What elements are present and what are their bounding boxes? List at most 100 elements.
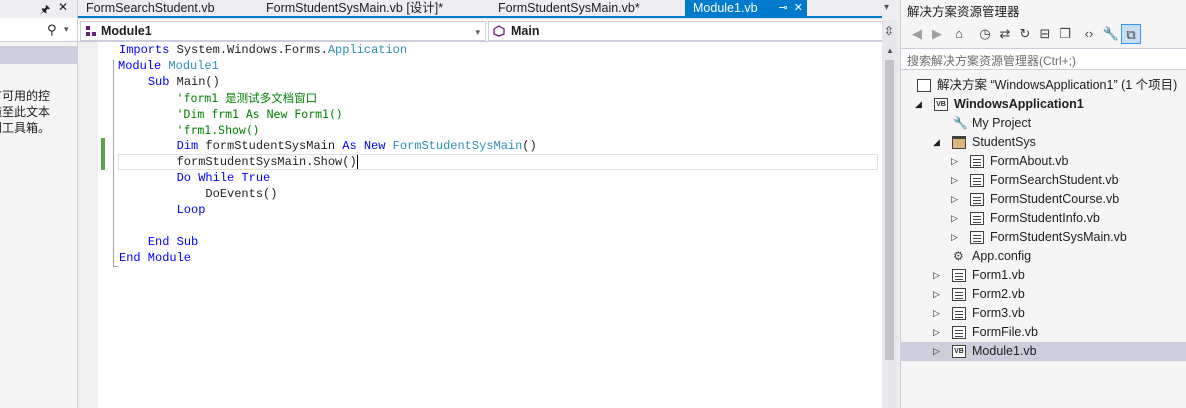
collapsed-arrow-icon[interactable]: ▷ [951,152,961,171]
collapsed-arrow-icon[interactable]: ▷ [933,285,943,304]
toolbox-group-header[interactable] [0,46,77,64]
chevron-down-icon: ▾ [475,27,480,37]
tab-formsearchstudent[interactable]: FormSearchStudent.vb [78,0,258,18]
tree-item-label: StudentSys [972,135,1036,149]
scrollbar-thumb[interactable] [885,60,894,360]
solution-explorer-toolbar: ◀ ▶ ⌂ ◷ ⇄ ↻ ⊟ ❐ ‹› 🔧 ⧉ [901,20,1186,48]
tree-item-label: Form1.vb [972,268,1025,282]
solution-explorer-panel: 解决方案资源管理器 ◀ ▶ ⌂ ◷ ⇄ ↻ ⊟ ❐ ‹› 🔧 ⧉ 搜索解决方案资… [900,0,1186,408]
outline-line [113,60,114,266]
keyword: As [342,139,357,153]
tree-item-label: Module1.vb [972,344,1037,358]
tree-item-file[interactable]: ▷ FormAbout.vb [901,152,1186,171]
split-handle-icon[interactable]: ⇳ [884,24,894,38]
collapsed-arrow-icon[interactable]: ▷ [933,342,943,361]
code-text[interactable]: Imports System.Windows.Forms.Application… [118,42,537,266]
comment: 'form1 是测试多文档窗口 [176,91,318,105]
panel-title: 解决方案资源管理器 [907,5,1020,19]
code-line: 'Dim frm1 As New Form1() [119,106,537,122]
change-tracking-bar [101,138,105,170]
expanded-arrow-icon[interactable]: ◢ [915,95,925,114]
form-file-icon [952,288,966,301]
tree-item-file[interactable]: ▷ FormStudentSysMain.vb [901,228,1186,247]
config-file-icon: ⚙ [953,249,964,263]
outlining-margin[interactable] [98,42,118,408]
keyword: New [363,139,386,153]
tree-item-file[interactable]: ▷ Form1.vb [901,266,1186,285]
vb-project-icon: VB [934,98,948,111]
pending-changes-icon[interactable]: ◷ [975,24,995,44]
show-all-files-icon[interactable]: ❐ [1055,24,1075,44]
tab-module1[interactable]: Module1.vb ⊸ ✕ [685,0,807,18]
scroll-up-icon[interactable]: ▲ [886,46,894,55]
collapsed-arrow-icon[interactable]: ▷ [951,209,961,228]
toolbox-empty-message: 有可用的控 拖至此文本 到工具箱。 [0,89,51,135]
tree-item-file[interactable]: ▷ FormSearchStudent.vb [901,171,1186,190]
tree-item-label: WindowsApplication1 [954,97,1084,111]
tree-item-module1[interactable]: ▷ VB Module1.vb [901,342,1186,361]
code-text-span: () [522,139,537,153]
chevron-down-icon[interactable]: ▾ [64,24,69,35]
refresh-icon[interactable]: ↻ [1015,24,1035,44]
back-icon[interactable]: ◀ [907,24,927,44]
tree-item-label: My Project [972,116,1032,130]
tab-label: Module1.vb [693,1,758,15]
code-text-span: DoEvents() [205,187,278,201]
collapsed-arrow-icon[interactable]: ▷ [933,323,943,342]
collapse-all-icon[interactable]: ⊟ [1035,24,1055,44]
indicator-margin[interactable] [78,42,98,408]
text-caret [356,154,358,169]
form-file-icon [970,193,984,206]
pin-icon[interactable]: ⊸ [778,2,787,14]
forward-icon[interactable]: ▶ [927,24,947,44]
tree-item-file[interactable]: ▷ FormStudentInfo.vb [901,209,1186,228]
tree-item-config[interactable]: ⚙ App.config [901,247,1186,266]
ide-window: 🖈 ✕ ⚲ ▾ 有可用的控 拖至此文本 到工具箱。 FormSearchStud… [0,0,1186,408]
tree-item-solution[interactable]: 解决方案 “WindowsApplication1” (1 个项目) [901,76,1186,95]
code-line: Sub Main() [119,74,537,90]
type-name: FormStudentSysMain [392,139,523,153]
tree-item-file[interactable]: ▷ FormStudentCourse.vb [901,190,1186,209]
properties-icon[interactable]: 🔧 [1101,24,1121,44]
sync-icon[interactable]: ⇄ [995,24,1015,44]
search-icon[interactable]: ⚲ [47,22,57,38]
keyword: Sub [147,75,170,89]
type-dropdown[interactable]: Module1 ▾ [80,21,486,41]
tree-item-file[interactable]: ▷ FormFile.vb [901,323,1186,342]
expanded-arrow-icon[interactable]: ◢ [933,133,943,152]
tree-item-label: FormSearchStudent.vb [990,173,1119,187]
toolbox-search-input[interactable]: ⚲ ▾ [0,18,77,42]
tree-item-folder[interactable]: ◢ StudentSys [901,133,1186,152]
collapsed-arrow-icon[interactable]: ▷ [933,266,943,285]
editor-vertical-scrollbar[interactable]: ⇳ ▲ [882,20,898,408]
form-file-icon [970,212,984,225]
tree-item-label: Form2.vb [972,287,1025,301]
collapsed-arrow-icon[interactable]: ▷ [951,171,961,190]
collapsed-arrow-icon[interactable]: ▷ [951,190,961,209]
tab-formstudentsysmain-design[interactable]: FormStudentSysMain.vb [设计]* [258,0,490,18]
preview-selected-items-icon[interactable]: ⧉ [1121,24,1141,44]
tab-formstudentsysmain-code[interactable]: FormStudentSysMain.vb* [490,0,690,18]
tree-item-file[interactable]: ▷ Form3.vb [901,304,1186,323]
collapsed-arrow-icon[interactable]: ▷ [933,304,943,323]
close-icon[interactable]: ✕ [58,0,68,14]
solution-explorer-search-input[interactable]: 搜索解决方案资源管理器(Ctrl+;) [901,48,1186,70]
keyword: End Module [119,251,192,265]
tree-item-project[interactable]: ◢ VB WindowsApplication1 [901,95,1186,114]
close-icon[interactable]: ✕ [794,2,803,14]
keyword: Imports [119,43,170,57]
member-dropdown[interactable]: Main [488,21,896,41]
tree-item-file[interactable]: ▷ Form2.vb [901,285,1186,304]
type-name: Module1 [168,59,219,73]
home-icon[interactable]: ⌂ [949,24,969,44]
tree-item-label: 解决方案 “WindowsApplication1” (1 个项目) [937,78,1178,92]
keyword: Do While True [176,171,271,185]
collapsed-arrow-icon[interactable]: ▷ [951,228,961,247]
code-editor[interactable]: Imports System.Windows.Forms.Application… [78,42,882,408]
tree-item-my-project[interactable]: 🔧 My Project [901,114,1186,133]
solution-tree[interactable]: 解决方案 “WindowsApplication1” (1 个项目) ◢ VB … [901,76,1186,361]
code-line: 'frm1.Show() [119,122,537,138]
view-code-icon[interactable]: ‹› [1079,24,1099,44]
tab-overflow-dropdown-icon[interactable]: ▾ [884,2,889,13]
navigation-bar: Module1 ▾ Main [78,20,898,42]
